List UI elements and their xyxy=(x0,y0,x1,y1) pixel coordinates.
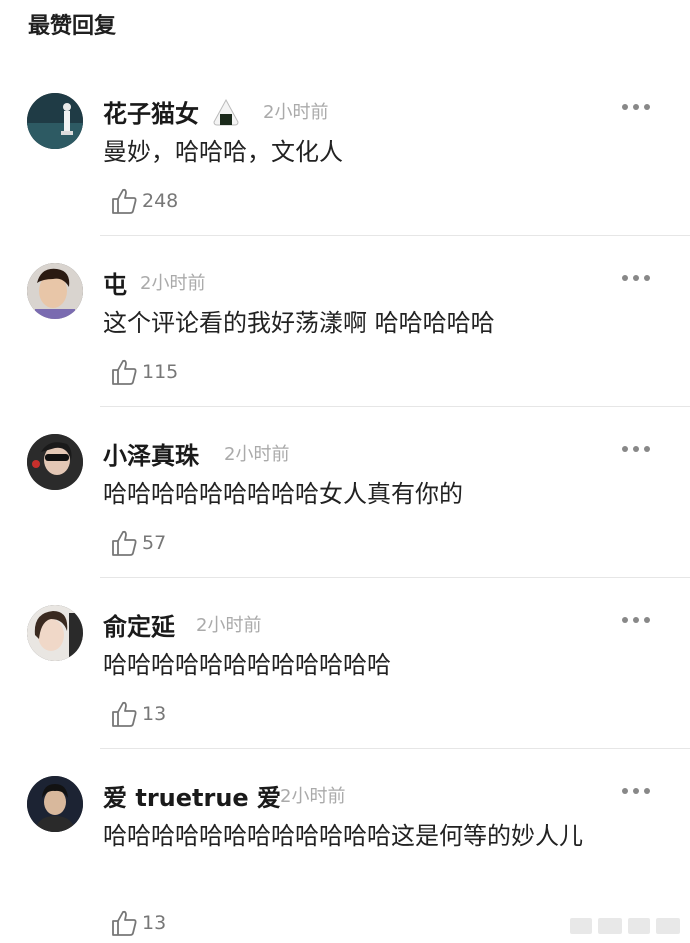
dot xyxy=(633,104,639,110)
avatar[interactable] xyxy=(27,93,83,149)
like-count: 248 xyxy=(142,190,179,212)
divider xyxy=(100,748,690,749)
thumbs-up-icon xyxy=(112,530,137,556)
comment-text: 曼妙，哈哈哈，文化人 xyxy=(103,138,343,166)
avatar[interactable] xyxy=(27,263,83,319)
like-button[interactable]: 13 xyxy=(110,908,166,938)
thumbs-up-icon xyxy=(112,359,137,385)
comment-text: 哈哈哈哈哈哈哈哈哈哈哈哈 xyxy=(103,651,391,679)
username-row[interactable]: 花子猫女 xyxy=(103,94,241,129)
username[interactable]: 俞定延 xyxy=(103,607,175,642)
dot xyxy=(633,617,639,623)
divider xyxy=(100,235,690,236)
more-options-button[interactable] xyxy=(622,788,650,796)
username[interactable]: 爱 truetrue 爱 xyxy=(103,778,281,813)
thumbs-up-icon xyxy=(112,188,137,214)
username[interactable]: 屯 xyxy=(103,265,127,300)
dot xyxy=(622,104,628,110)
like-button[interactable]: 115 xyxy=(110,357,178,387)
like-button[interactable]: 57 xyxy=(110,528,166,558)
watermark-glyph xyxy=(570,918,592,934)
comment-text: 哈哈哈哈哈哈哈哈哈哈哈哈这是何等的妙人儿 xyxy=(103,822,583,850)
watermark-glyph xyxy=(628,918,650,934)
dot xyxy=(622,446,628,452)
dot xyxy=(622,788,628,794)
dot xyxy=(644,617,650,623)
username[interactable]: 小泽真珠 xyxy=(103,436,199,471)
thumbs-up-icon xyxy=(112,910,137,936)
dot xyxy=(633,275,639,281)
comment-text: 哈哈哈哈哈哈哈哈哈女人真有你的 xyxy=(103,480,463,508)
timestamp: 2小时前 xyxy=(140,273,206,294)
dot xyxy=(633,446,639,452)
timestamp: 2小时前 xyxy=(263,102,329,123)
more-options-button[interactable] xyxy=(622,617,650,625)
dot xyxy=(644,788,650,794)
section-title: 最赞回复 xyxy=(28,14,117,39)
dot xyxy=(644,104,650,110)
more-options-button[interactable] xyxy=(622,275,650,283)
avatar[interactable] xyxy=(27,776,83,832)
rice-ball-icon xyxy=(211,97,241,127)
dot xyxy=(633,788,639,794)
timestamp: 2小时前 xyxy=(224,444,290,465)
like-button[interactable]: 248 xyxy=(110,186,178,216)
like-count: 13 xyxy=(142,703,167,725)
like-count: 13 xyxy=(142,912,167,934)
divider xyxy=(100,577,690,578)
divider xyxy=(100,406,690,407)
like-button[interactable]: 13 xyxy=(110,699,166,729)
dot xyxy=(644,275,650,281)
watermark xyxy=(540,915,680,937)
more-options-button[interactable] xyxy=(622,446,650,454)
like-count: 115 xyxy=(142,361,179,383)
username[interactable]: 花子猫女 xyxy=(103,100,199,128)
dot xyxy=(622,275,628,281)
timestamp: 2小时前 xyxy=(196,615,262,636)
avatar[interactable] xyxy=(27,605,83,661)
more-options-button[interactable] xyxy=(622,104,650,112)
watermark-glyph xyxy=(656,918,680,934)
avatar[interactable] xyxy=(27,434,83,490)
thumbs-up-icon xyxy=(112,701,137,727)
watermark-glyph xyxy=(598,918,622,934)
like-count: 57 xyxy=(142,532,167,554)
dot xyxy=(644,446,650,452)
comment-text: 这个评论看的我好荡漾啊 哈哈哈哈哈 xyxy=(103,309,495,337)
timestamp: 2小时前 xyxy=(280,786,346,807)
dot xyxy=(622,617,628,623)
